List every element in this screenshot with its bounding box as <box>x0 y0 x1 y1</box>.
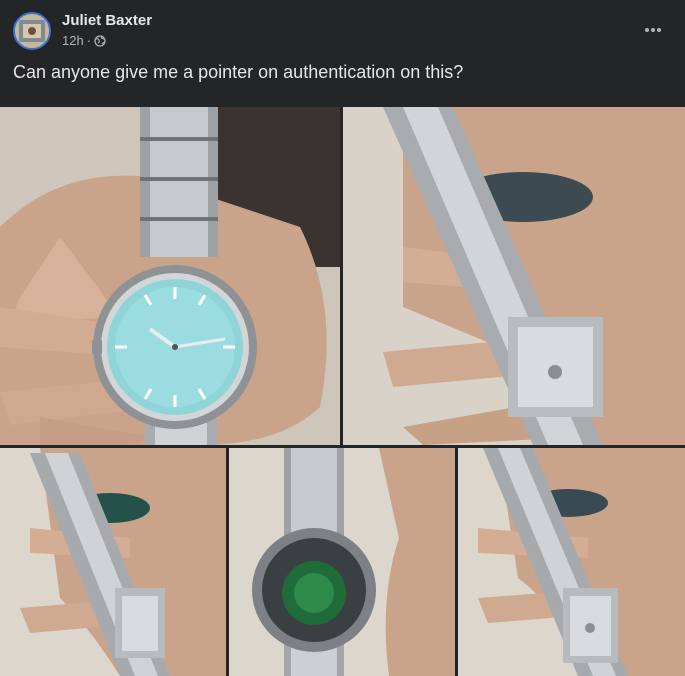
post-caption: Can anyone give me a pointer on authenti… <box>13 62 464 82</box>
photo-clasp-side[interactable] <box>0 448 226 676</box>
post-time[interactable]: 12h <box>62 33 84 48</box>
author-avatar[interactable] <box>13 12 51 50</box>
meta-separator: · <box>86 33 92 48</box>
post-meta: 12h · <box>62 33 106 48</box>
more-options-icon[interactable] <box>641 18 665 42</box>
photo-clasp-detail[interactable] <box>458 448 685 676</box>
photo-caseback[interactable] <box>229 448 455 676</box>
author-name[interactable]: Juliet Baxter <box>62 12 152 29</box>
post-header: Juliet Baxter 12h · <box>0 0 685 58</box>
photo-clasp-open[interactable] <box>343 107 685 445</box>
globe-icon[interactable] <box>94 34 106 47</box>
photo-watch-front[interactable] <box>0 107 340 445</box>
